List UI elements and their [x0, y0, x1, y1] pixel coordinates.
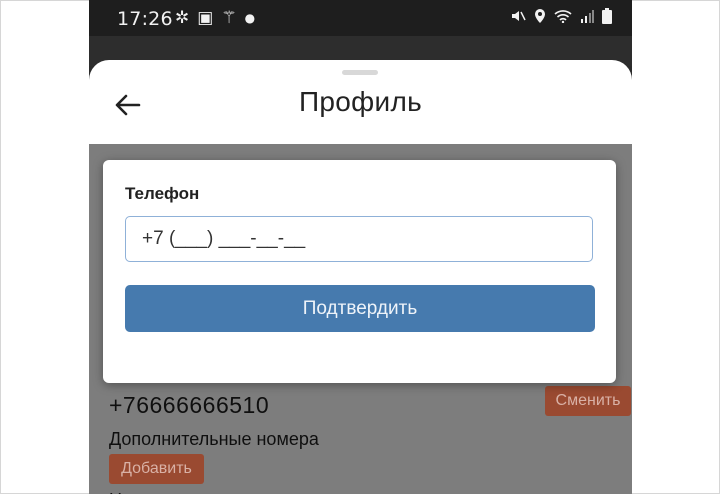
status-left-icons: ✲ ▣ ⚚ ● [175, 8, 255, 28]
phone-input[interactable] [125, 216, 593, 262]
status-bar: 17:26 ✲ ▣ ⚚ ● [89, 0, 632, 36]
sheet-grabber[interactable] [342, 70, 378, 75]
phone-field-label: Телефон [125, 184, 200, 203]
add-number-button[interactable]: Добавить [109, 454, 204, 484]
battery-icon [602, 8, 612, 24]
wifi-icon [554, 9, 572, 23]
status-time: 17:26 [117, 8, 173, 30]
signal-icon [580, 9, 594, 23]
truncated-text: Н [109, 490, 122, 494]
dot-icon: ● [244, 11, 256, 25]
location-icon [534, 8, 546, 24]
confirm-button[interactable]: Подтвердить [125, 285, 595, 332]
pinwheel-icon: ✲ [175, 8, 190, 28]
mute-icon [510, 8, 526, 24]
status-right-icons [510, 8, 612, 24]
image-icon: ▣ [197, 8, 214, 28]
change-phone-button[interactable]: Сменить [545, 386, 631, 416]
primary-phone-number: +76666666510 [109, 392, 270, 418]
extra-numbers-label: Дополнительные номера [109, 429, 319, 449]
page-title: Профиль [299, 86, 422, 117]
magic-wand-icon: ⚚ [221, 8, 237, 28]
phone-dialog: Телефон Подтвердить [103, 160, 616, 383]
